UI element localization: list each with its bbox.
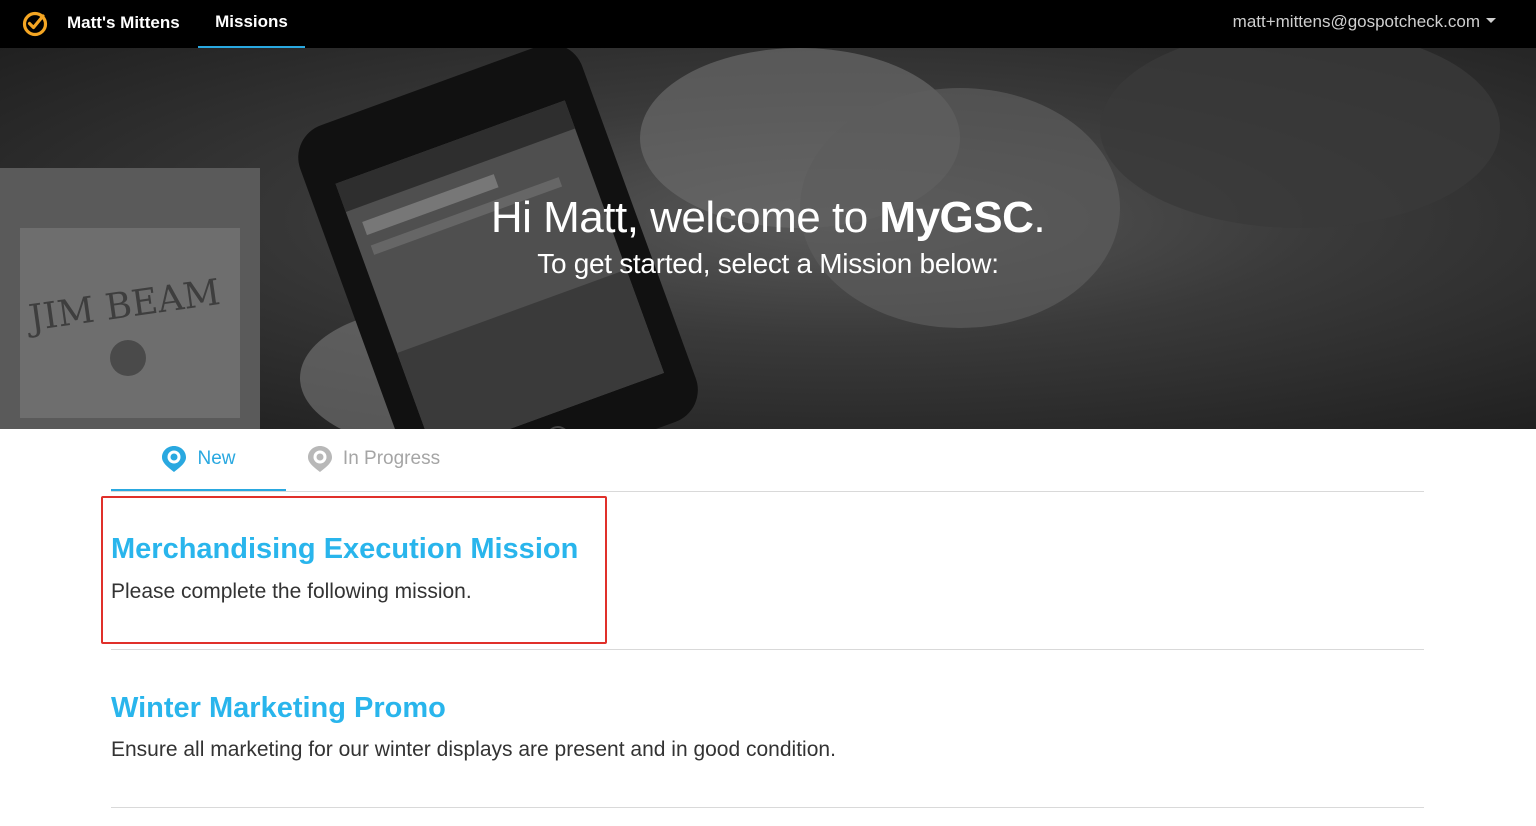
mission-item: Winter Marketing Promo Ensure all market… bbox=[111, 650, 1424, 808]
mission-title[interactable]: Winter Marketing Promo bbox=[111, 692, 446, 725]
user-email: matt+mittens@gospotcheck.com bbox=[1232, 12, 1480, 31]
top-navbar: Matt's Mittens Missions matt+mittens@gos… bbox=[0, 0, 1536, 48]
nav-missions-link[interactable]: Missions bbox=[198, 0, 305, 48]
hero-subtitle: To get started, select a Mission below: bbox=[537, 248, 999, 279]
caret-down-icon bbox=[1486, 18, 1496, 24]
hero-greeting: Hi Matt, welcome to bbox=[490, 193, 880, 242]
mission-tabs: New In Progress bbox=[111, 429, 1424, 492]
hero-title: Hi Matt, welcome to MyGSC. bbox=[0, 193, 1536, 243]
tab-new-label: New bbox=[197, 448, 236, 469]
mission-description: Ensure all marketing for our winter disp… bbox=[111, 738, 836, 761]
gospotcheck-logo-icon[interactable] bbox=[20, 9, 50, 39]
location-pin-icon bbox=[162, 446, 187, 472]
location-pin-icon bbox=[307, 446, 332, 472]
hero-banner: JIM BEAM Hi Matt, welcome to MyGSC. To g… bbox=[0, 48, 1536, 429]
hero-app-name: MyGSC bbox=[879, 193, 1034, 242]
tab-in-progress[interactable]: In Progress bbox=[286, 429, 461, 489]
brand-name[interactable]: Matt's Mittens bbox=[67, 13, 180, 33]
hero-punct: . bbox=[1033, 193, 1046, 242]
highlight-box bbox=[101, 496, 607, 644]
user-menu[interactable]: matt+mittens@gospotcheck.com bbox=[1233, 12, 1496, 32]
tab-new[interactable]: New bbox=[111, 429, 286, 491]
tab-in-progress-label: In Progress bbox=[342, 448, 441, 469]
